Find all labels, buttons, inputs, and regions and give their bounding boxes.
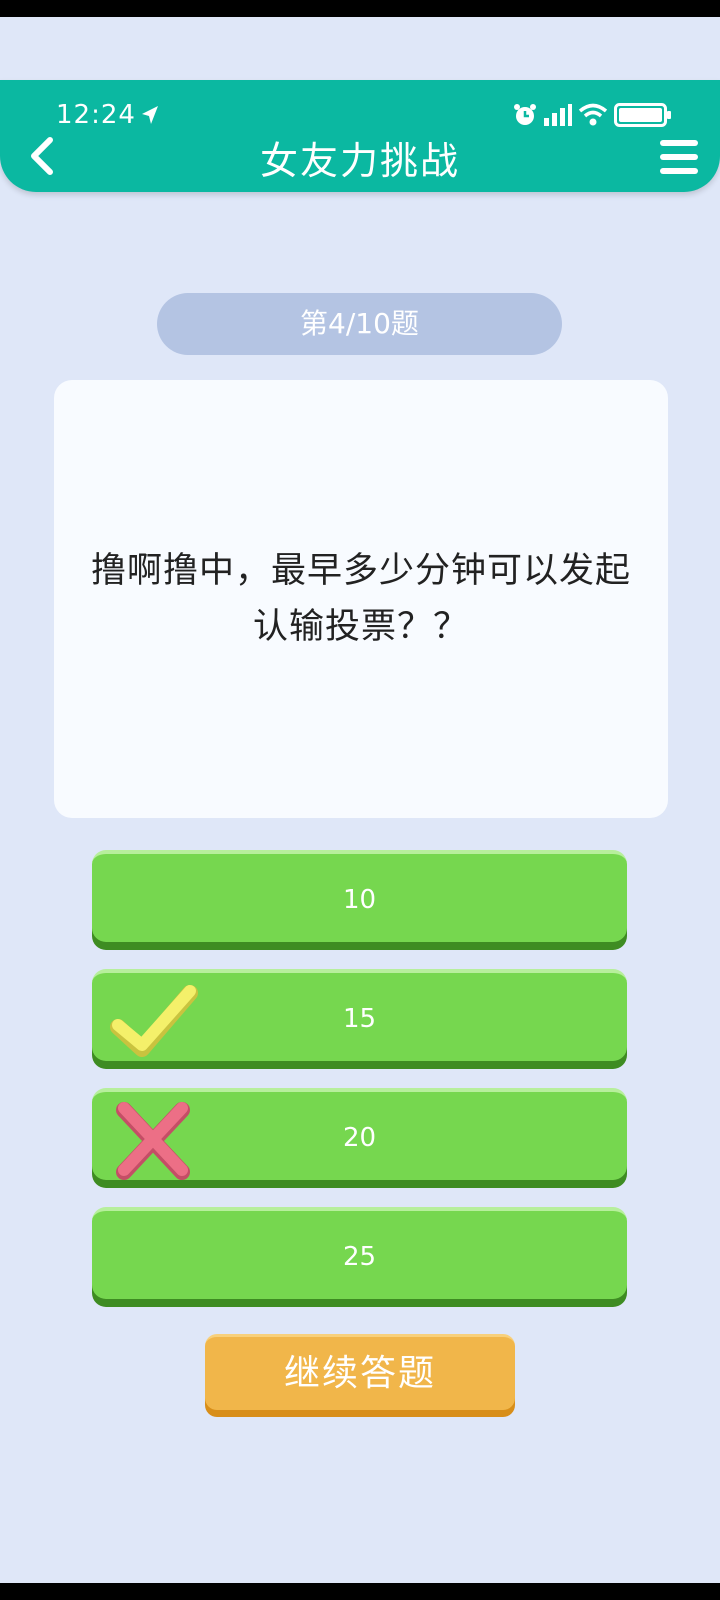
check-mark-icon [110,985,198,1057]
location-arrow-icon [142,106,158,124]
answer-option-10[interactable]: 10 [92,850,627,942]
page-title: 女友力挑战 [259,139,460,183]
battery-icon [614,103,671,127]
status-time: 12:24 [56,100,136,130]
wifi-icon [578,103,608,126]
menu-icon[interactable] [660,140,698,174]
answer-option-20[interactable]: 20 [92,1088,627,1180]
question-text: 撸啊撸中，最早多少分钟可以发起认输投票？？ [90,551,631,647]
alarm-icon [514,104,536,125]
option-label: 25 [342,1242,377,1272]
cross-mark-icon [116,1102,190,1180]
answer-option-15[interactable]: 15 [92,969,627,1061]
status-icons [512,102,672,128]
device-bottom-bar [0,1583,720,1600]
answer-option-25[interactable]: 25 [92,1207,627,1299]
option-label: 15 [342,1004,377,1034]
continue-button[interactable]: 继续答题 [205,1334,515,1410]
question-progress: 第4/10题 [157,293,562,355]
device-top-bar [0,0,720,17]
option-label: 20 [342,1123,377,1153]
option-label: 10 [342,885,377,915]
signal-icon [544,104,572,126]
question-card: 撸啊撸中，最早多少分钟可以发起认输投票？？ [54,380,668,818]
